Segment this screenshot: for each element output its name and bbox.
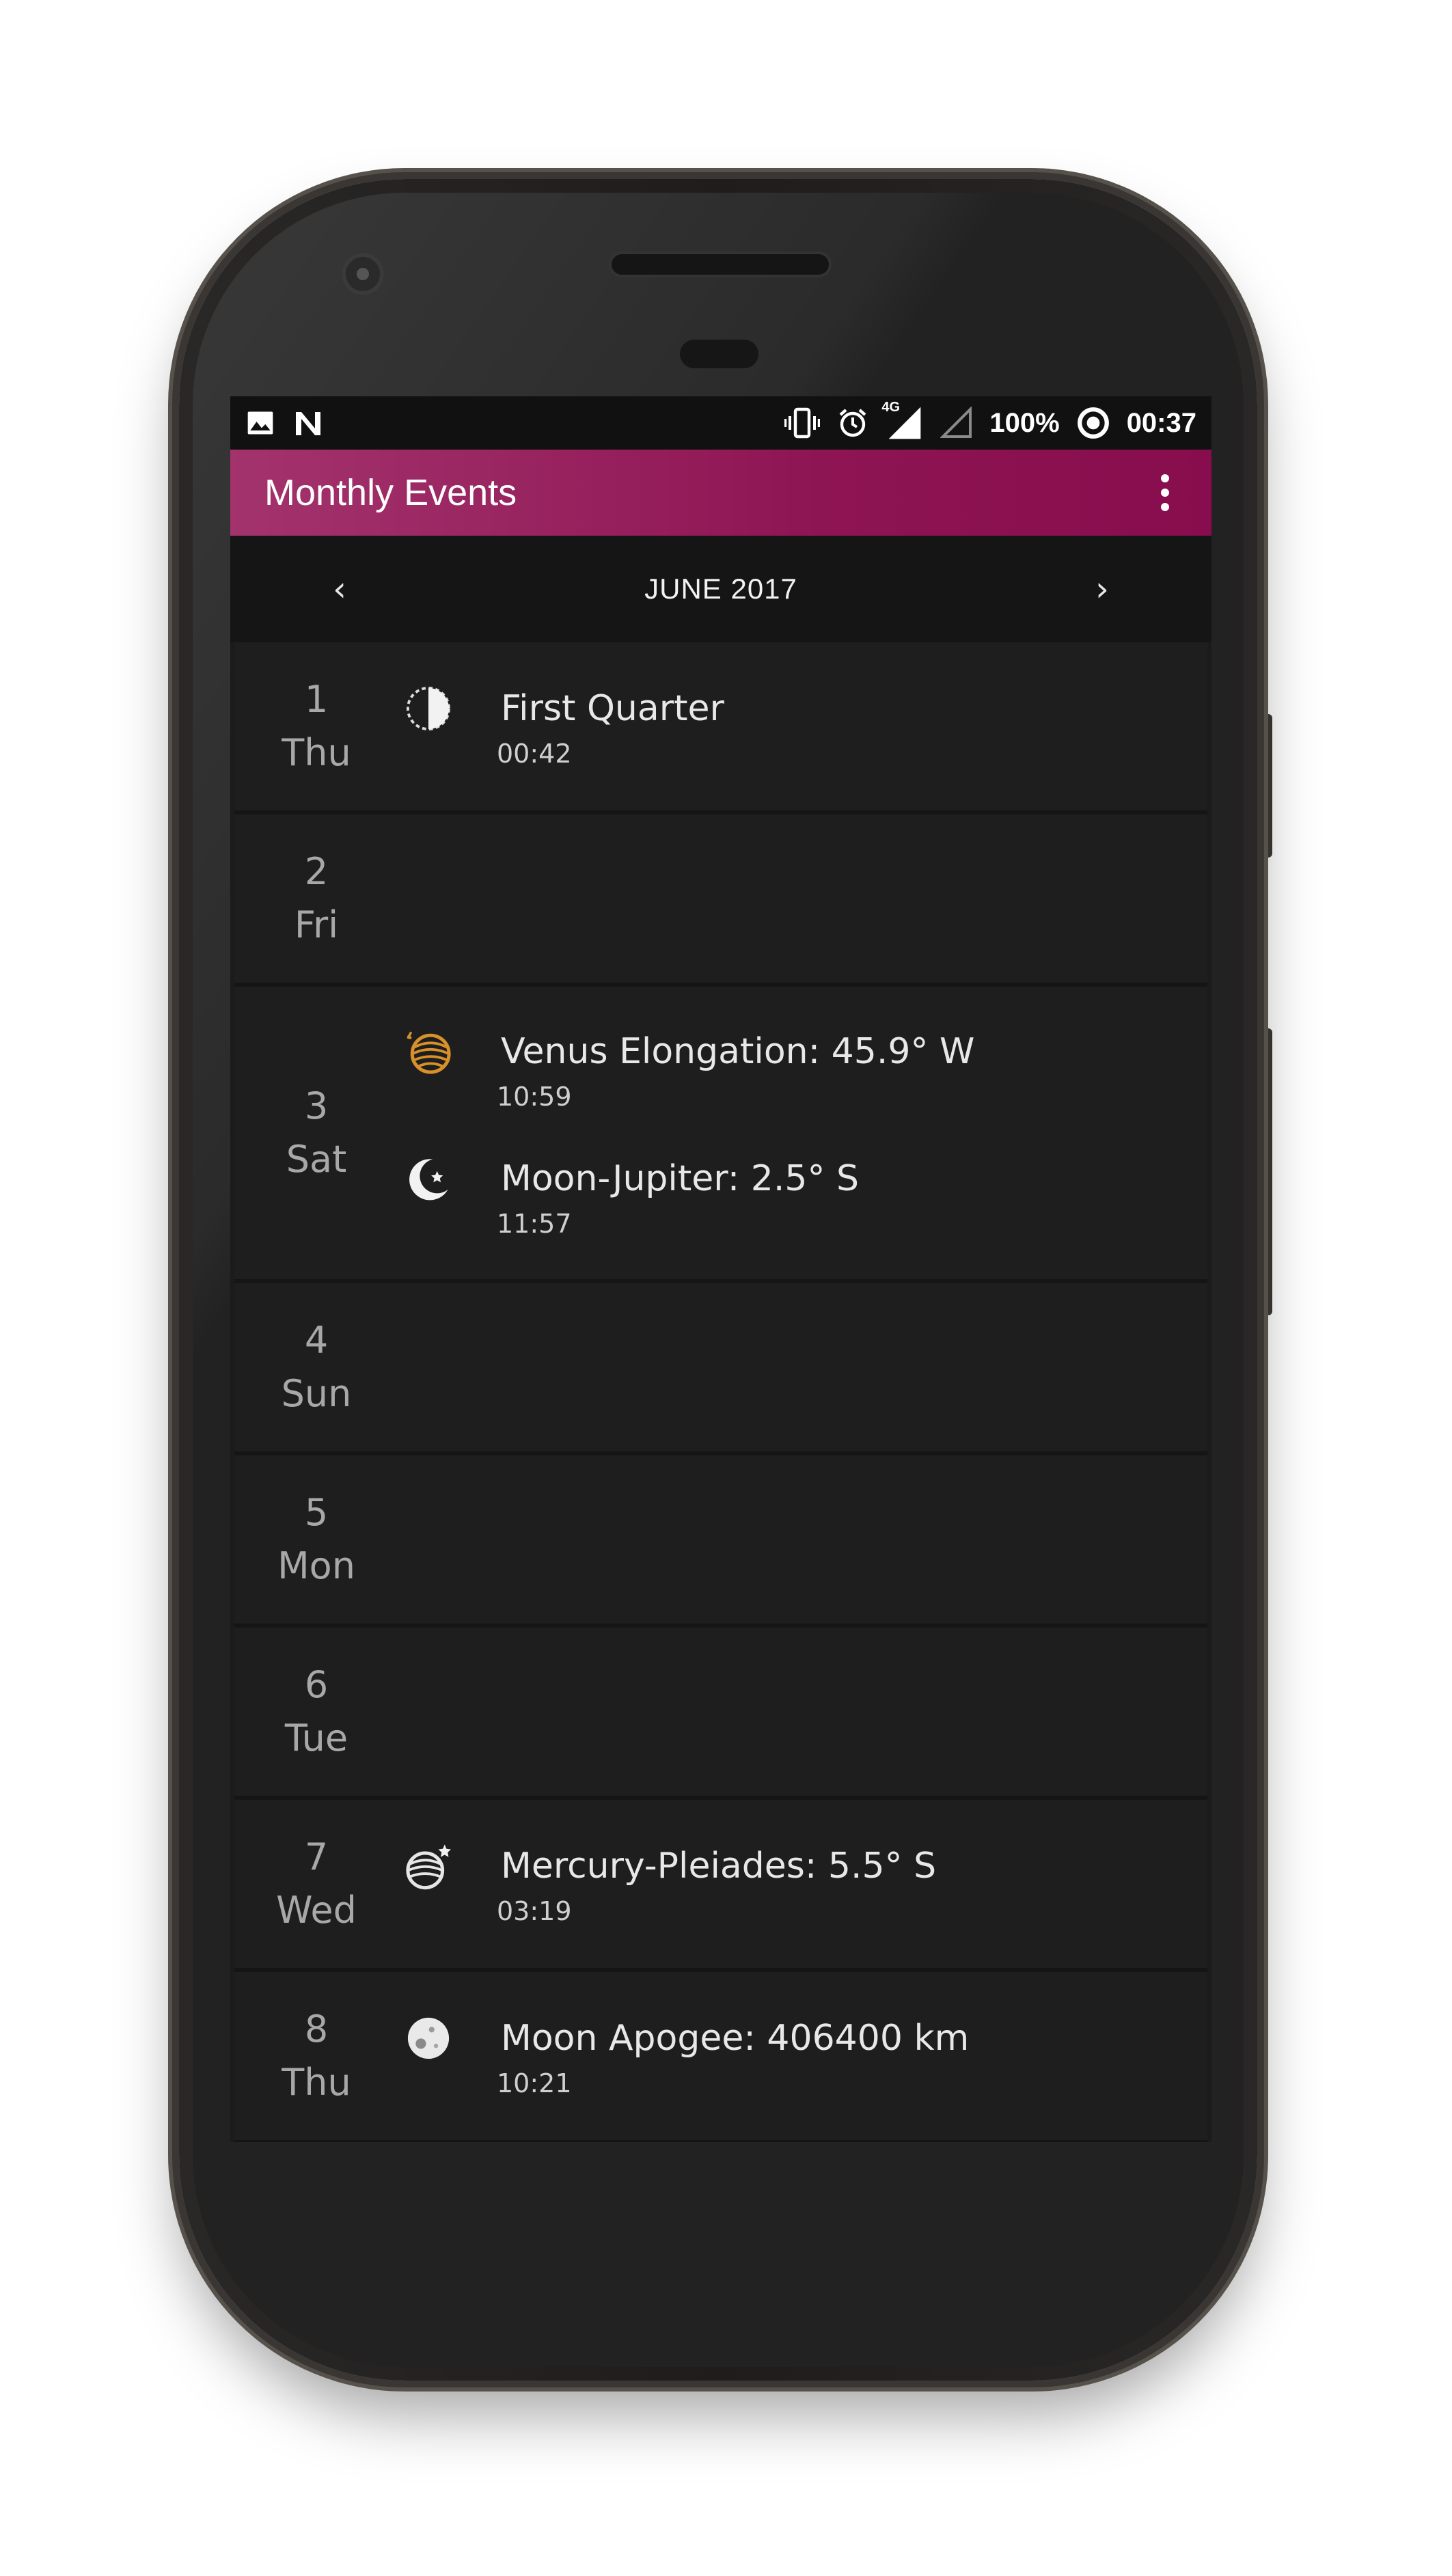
day-row[interactable]: 6 Tue bbox=[234, 1628, 1207, 1800]
day-of-week: Mon bbox=[277, 1544, 355, 1587]
status-right: 4G 100% 00:37 bbox=[784, 400, 1196, 440]
day-label: 1 Thu bbox=[234, 673, 398, 780]
event-title: First Quarter bbox=[501, 688, 724, 729]
day-row[interactable]: 5 Mon bbox=[234, 1455, 1207, 1628]
battery-percent: 100% bbox=[989, 407, 1060, 438]
day-number: 4 bbox=[304, 1319, 329, 1362]
network-type: 4G bbox=[881, 400, 901, 415]
image-icon bbox=[247, 411, 273, 435]
day-label: 7 Wed bbox=[234, 1831, 398, 1937]
vibrate-icon bbox=[784, 407, 821, 439]
event-list: Mercury-Pleiades: 5.5° S 03:19 bbox=[398, 1840, 1207, 1928]
next-month-button[interactable]: › bbox=[1082, 569, 1123, 609]
first-quarter-moon-icon bbox=[407, 687, 450, 730]
event-text: Moon-Jupiter: 2.5° S 11:57 bbox=[497, 1153, 859, 1240]
day-row[interactable]: 3 Sat Venus Elongation: 45.9° W 10:59 Mo… bbox=[234, 987, 1207, 1283]
menu-dot bbox=[1161, 489, 1169, 497]
status-bar: 4G 100% 00:37 bbox=[230, 396, 1211, 450]
day-label: 4 Sun bbox=[234, 1314, 398, 1421]
day-row[interactable]: 7 Wed Mercury-Pleiades: 5.5° S 03:19 bbox=[234, 1800, 1207, 1972]
crescent-moon-star-icon bbox=[409, 1159, 448, 1201]
clock: 00:37 bbox=[1126, 407, 1196, 438]
signal-group: 4G bbox=[881, 400, 924, 439]
event-title: Venus Elongation: 45.9° W bbox=[501, 1031, 975, 1072]
event-list: Venus Elongation: 45.9° W 10:59 Moon-Jup… bbox=[398, 1026, 1207, 1240]
day-number: 7 bbox=[304, 1835, 329, 1878]
full-moon-icon bbox=[407, 2017, 450, 2059]
menu-dot bbox=[1161, 474, 1169, 482]
planet-star-icon bbox=[406, 1844, 451, 1890]
event-title: Mercury-Pleiades: 5.5° S bbox=[501, 1846, 937, 1887]
screen: 4G 100% 00:37 Monthly Events ‹ JUNE 2017… bbox=[230, 396, 1211, 2142]
month-navigation: ‹ JUNE 2017 › bbox=[230, 536, 1211, 642]
no-signal-icon bbox=[940, 407, 972, 438]
day-of-week: Thu bbox=[282, 731, 351, 774]
event-title: Moon-Jupiter: 2.5° S bbox=[501, 1158, 859, 1199]
app-bar: Monthly Events bbox=[230, 450, 1211, 536]
day-of-week: Sun bbox=[281, 1372, 352, 1415]
day-list[interactable]: 1 Thu First Quarter 00:42 2 Fri 3 Sat Ve… bbox=[234, 642, 1207, 2142]
day-of-week: Wed bbox=[276, 1889, 357, 1932]
day-number: 2 bbox=[304, 850, 329, 893]
day-of-week: Thu bbox=[282, 2061, 351, 2104]
event-list: First Quarter 00:42 bbox=[398, 683, 1207, 770]
day-label: 6 Tue bbox=[234, 1658, 398, 1765]
day-row[interactable]: 2 Fri bbox=[234, 814, 1207, 987]
stage: 4G 100% 00:37 Monthly Events ‹ JUNE 2017… bbox=[0, 0, 1452, 2576]
day-number: 1 bbox=[304, 678, 329, 721]
event-time: 10:59 bbox=[497, 1082, 572, 1112]
volume-button bbox=[1263, 1028, 1272, 1315]
day-of-week: Fri bbox=[294, 903, 339, 946]
event-title: Moon Apogee: 406400 km bbox=[501, 2018, 970, 2059]
event-list: Moon Apogee: 406400 km 10:21 bbox=[398, 2012, 1207, 2100]
prev-month-button[interactable]: ‹ bbox=[319, 569, 360, 609]
event-item[interactable]: Venus Elongation: 45.9° W 10:59 bbox=[398, 1026, 1207, 1113]
menu-dot bbox=[1161, 503, 1169, 511]
day-label: 2 Fri bbox=[234, 845, 398, 952]
proximity-sensor bbox=[680, 340, 758, 368]
venus-planet-icon bbox=[407, 1031, 451, 1074]
status-left bbox=[245, 408, 325, 438]
event-time: 10:21 bbox=[497, 2068, 572, 2098]
earpiece-speaker bbox=[612, 254, 829, 275]
day-label: 3 Sat bbox=[234, 1080, 398, 1186]
app-title: Monthly Events bbox=[264, 472, 517, 513]
day-label: 8 Thu bbox=[234, 2003, 398, 2109]
day-row[interactable]: 8 Thu Moon Apogee: 406400 km 10:21 bbox=[234, 1972, 1207, 2142]
day-row[interactable]: 1 Thu First Quarter 00:42 bbox=[234, 642, 1207, 814]
event-item[interactable]: Moon Apogee: 406400 km 10:21 bbox=[398, 2012, 1207, 2100]
event-text: Moon Apogee: 406400 km 10:21 bbox=[497, 2012, 970, 2100]
event-text: Mercury-Pleiades: 5.5° S 03:19 bbox=[497, 1840, 937, 1928]
event-text: Venus Elongation: 45.9° W 10:59 bbox=[497, 1026, 975, 1113]
more-vert-icon[interactable] bbox=[1151, 467, 1179, 518]
n-notification-icon bbox=[296, 412, 320, 435]
day-number: 8 bbox=[304, 2008, 329, 2051]
front-camera bbox=[342, 253, 384, 295]
event-item[interactable]: First Quarter 00:42 bbox=[398, 683, 1207, 770]
day-number: 6 bbox=[304, 1663, 329, 1706]
day-label: 5 Mon bbox=[234, 1486, 398, 1593]
power-button bbox=[1263, 714, 1272, 858]
alarm-icon bbox=[839, 409, 866, 437]
day-of-week: Tue bbox=[284, 1716, 348, 1759]
event-time: 00:42 bbox=[497, 739, 572, 769]
event-item[interactable]: Moon-Jupiter: 2.5° S 11:57 bbox=[398, 1153, 1207, 1240]
day-number: 3 bbox=[304, 1084, 329, 1127]
day-number: 5 bbox=[304, 1491, 329, 1534]
event-item[interactable]: Mercury-Pleiades: 5.5° S 03:19 bbox=[398, 1840, 1207, 1928]
data-saver-icon bbox=[1077, 407, 1109, 439]
day-row[interactable]: 4 Sun bbox=[234, 1283, 1207, 1455]
event-text: First Quarter 00:42 bbox=[497, 683, 724, 770]
event-time: 03:19 bbox=[497, 1896, 572, 1926]
event-time: 11:57 bbox=[497, 1209, 572, 1239]
month-label: JUNE 2017 bbox=[644, 573, 797, 605]
day-of-week: Sat bbox=[286, 1138, 347, 1181]
